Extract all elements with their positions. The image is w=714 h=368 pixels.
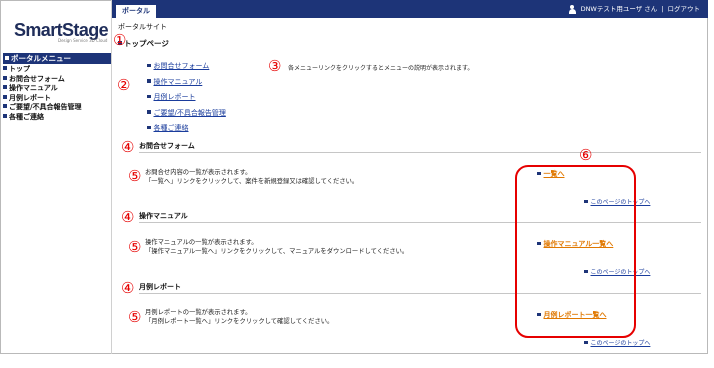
link-item: ご要望/不具合報告管理 (147, 106, 226, 122)
menu-hint-text: 各メニューリンクをクリックするとメニューの説明が表示されます。 (288, 65, 474, 72)
marker-4: ④ (121, 279, 135, 297)
sidebar-item-inquiry-form[interactable]: お問合せフォーム (3, 75, 111, 85)
section-heading-inquiry: お問合せフォーム (139, 141, 701, 153)
section-desc-manual: 操作マニュアルの一覧が表示されます。 「操作マニュアル一覧へ」リンクをクリックし… (145, 238, 408, 256)
section-desc-inquiry: お問合せ内容の一覧が表示されます。 「一覧へ」リンクをクリックして、案件を新規登… (145, 168, 358, 186)
link-inquiry-form[interactable]: お問合せフォーム (154, 62, 210, 70)
bullet-square-icon (147, 125, 151, 129)
bullet-square-icon (147, 63, 151, 67)
menu-square-icon (5, 56, 9, 60)
user-area: DNWテスト用ユーザ さん | ログアウト (568, 4, 700, 14)
link-manual[interactable]: 操作マニュアル (154, 78, 203, 86)
marker-6: ⑥ (579, 146, 593, 164)
user-name: DNWテスト用ユーザ さん (580, 5, 658, 13)
marker-3: ③ (268, 57, 282, 75)
bullet-square-icon (584, 340, 588, 344)
separator: | (661, 5, 664, 13)
sidebar-item-label: お問合せフォーム (9, 74, 65, 83)
sidebar-menu: トップ お問合せフォーム 操作マニュアル 月例レポート ご要望/不具合報告管理 … (3, 65, 111, 122)
link-item: お問合せフォーム (147, 59, 226, 75)
column-divider (111, 0, 112, 354)
sidebar-item-requests[interactable]: ご要望/不具合報告管理 (3, 103, 111, 113)
desc-line: お問合せ内容の一覧が表示されます。 (145, 169, 252, 176)
bullet-square-icon (3, 104, 7, 108)
marker-4: ④ (121, 208, 135, 226)
bullet-square-icon (147, 110, 151, 114)
sidebar-item-label: トップ (9, 65, 30, 73)
sidebar-item-notices[interactable]: 各種ご連絡 (3, 113, 111, 123)
page-title-label: トップページ (124, 39, 169, 48)
link-notices[interactable]: 各種ご連絡 (154, 124, 189, 132)
sidebar-item-label: ご要望/不具合報告管理 (9, 103, 82, 111)
smartstage-logo: SmartStage Design Service 3D Cloud (14, 20, 109, 43)
logout-link[interactable]: ログアウト (668, 4, 701, 14)
bullet-square-icon (3, 75, 7, 80)
annotation-callout-box (515, 165, 636, 338)
bullet-square-icon (147, 79, 151, 83)
sidebar-item-manual[interactable]: 操作マニュアル (3, 84, 111, 94)
desc-line: 月例レポートの一覧が表示されます。 (145, 309, 252, 316)
bullet-square-icon (147, 94, 151, 98)
marker-1: ① (113, 31, 127, 49)
bullet-square-icon (3, 66, 7, 70)
link-requests[interactable]: ご要望/不具合報告管理 (154, 109, 226, 117)
user-icon (568, 4, 577, 14)
section-desc-monthly-report: 月例レポートの一覧が表示されます。 「月例レポート一覧へ」リンクをクリックして確… (145, 308, 333, 326)
bullet-square-icon (3, 85, 7, 89)
marker-2: ② (117, 76, 131, 94)
sidebar-item-label: 各種ご連絡 (9, 112, 44, 121)
link-item: 各種ご連絡 (147, 121, 226, 137)
desc-line: 「一覧へ」リンクをクリックして、案件を新規登録又は確認してください。 (145, 178, 359, 185)
portal-menu-heading: ポータルメニュー (3, 53, 111, 64)
marker-5: ⑤ (128, 308, 142, 326)
logo-tagline: Design Service 3D Cloud (58, 38, 108, 43)
link-item: 操作マニュアル (147, 75, 226, 91)
desc-line: 操作マニュアルの一覧が表示されます。 (145, 239, 258, 246)
marker-4: ④ (121, 138, 135, 156)
sidebar-item-label: 月例レポート (9, 93, 51, 102)
bullet-square-icon (3, 113, 7, 118)
page-top-link[interactable]: このページのトップへ (584, 338, 650, 347)
marker-5: ⑤ (128, 238, 142, 256)
bullet-square-icon (3, 94, 7, 99)
sidebar-item-monthly-report[interactable]: 月例レポート (3, 94, 111, 104)
sidebar-item-label: 操作マニュアル (9, 84, 58, 92)
menu-heading-label: ポータルメニュー (11, 54, 71, 63)
tab-portal[interactable]: ポータル (116, 5, 156, 18)
menu-link-list: お問合せフォーム 操作マニュアル 月例レポート ご要望/不具合報告管理 各種ご連… (147, 59, 226, 137)
desc-line: 「操作マニュアル一覧へ」リンクをクリックして、マニュアルをダウンロードしてくださ… (145, 248, 409, 255)
link-label: このページのトップへ (590, 340, 651, 347)
link-item: 月例レポート (147, 90, 226, 106)
desc-line: 「月例レポート一覧へ」リンクをクリックして確認してください。 (145, 318, 334, 325)
marker-5: ⑤ (128, 167, 142, 185)
link-monthly-report[interactable]: 月例レポート (154, 93, 196, 101)
sidebar-item-top[interactable]: トップ (3, 65, 111, 75)
